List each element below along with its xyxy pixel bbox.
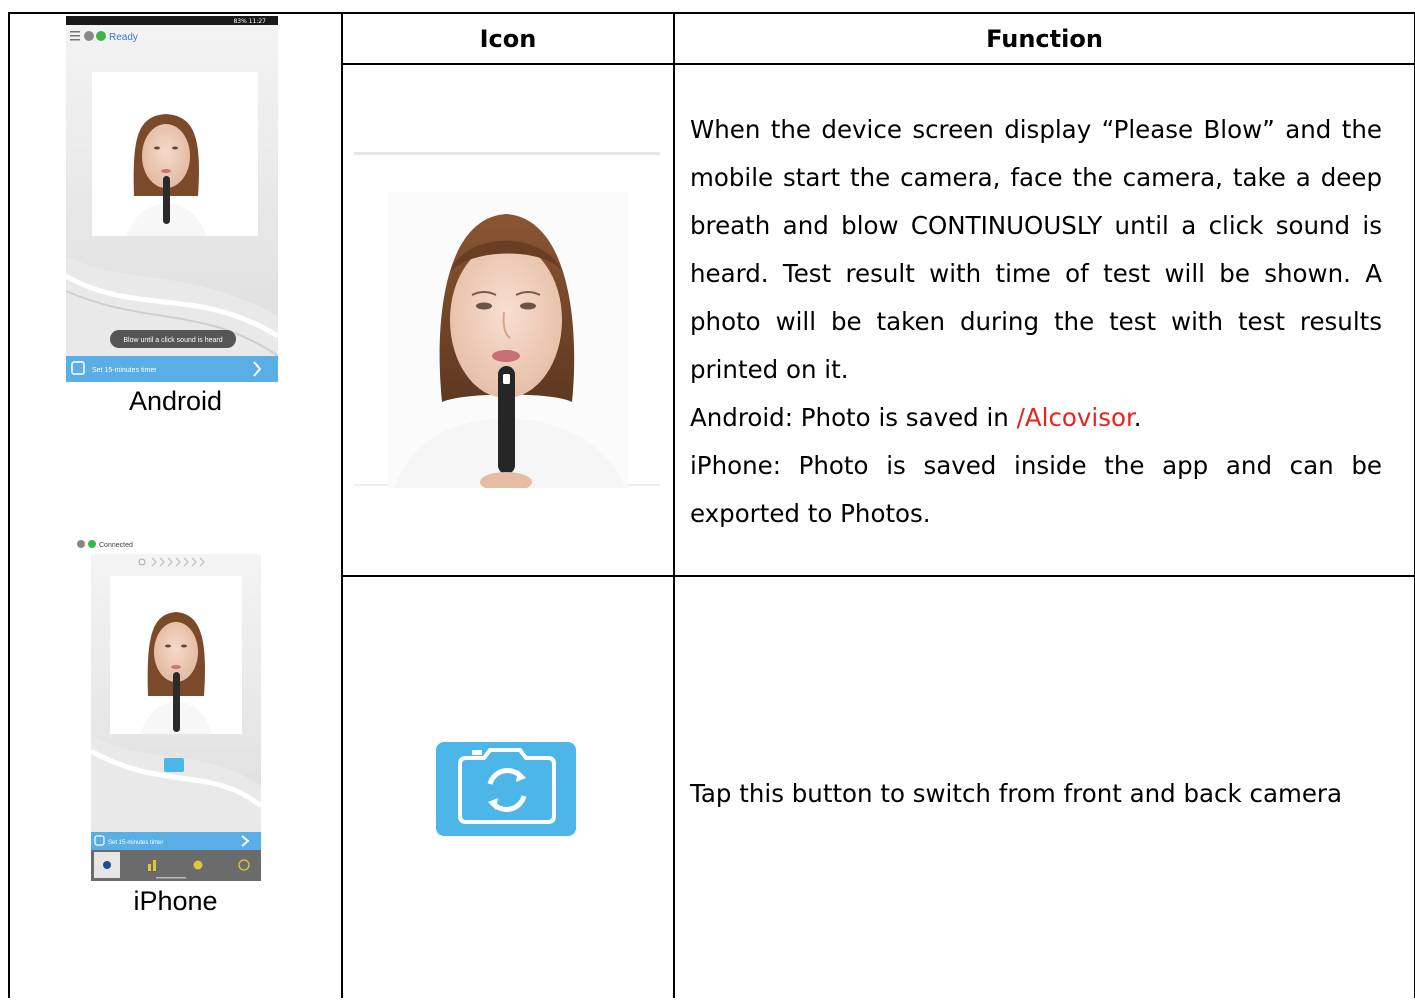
android-status-bar: 83% 11:27 bbox=[233, 18, 266, 25]
check-icon bbox=[88, 540, 96, 548]
bluetooth-icon bbox=[77, 540, 85, 548]
iphone-screenshot: Connected Set 15-minutes timer bbox=[72, 536, 276, 881]
instruction-table: Icon Function 83% 11:27 Ready Blow until… bbox=[8, 12, 1415, 1002]
gauge-icon bbox=[103, 861, 111, 869]
android-save-path: /Alcovisor bbox=[1016, 403, 1134, 432]
header-function: Function bbox=[986, 24, 1103, 53]
android-timer-text: Set 15-minutes timer bbox=[92, 367, 157, 374]
android-suffix: . bbox=[1133, 403, 1142, 432]
android-status-text: Ready bbox=[109, 32, 138, 43]
table-border bbox=[341, 575, 1415, 577]
check-icon bbox=[96, 31, 106, 41]
android-label: Android bbox=[128, 386, 223, 416]
function-description: When the device screen display “Please B… bbox=[690, 106, 1382, 538]
table-border bbox=[341, 12, 343, 998]
table-border bbox=[8, 12, 10, 998]
switch-camera-icon bbox=[164, 758, 184, 772]
android-toast: Blow until a click sound is heard bbox=[123, 337, 222, 344]
android-prefix: Android: Photo is saved in bbox=[690, 403, 1017, 432]
bluetooth-icon bbox=[84, 31, 94, 41]
iphone-save-location: iPhone: Photo is saved inside the app an… bbox=[690, 451, 1382, 528]
instruction-paragraph: When the device screen display “Please B… bbox=[690, 115, 1382, 384]
iphone-status-text: Connected bbox=[99, 542, 133, 549]
table-border bbox=[673, 12, 675, 998]
blow-photo bbox=[354, 152, 660, 488]
settings-gear-icon[interactable] bbox=[193, 860, 203, 870]
iphone-label: iPhone bbox=[133, 886, 218, 916]
iphone-timer-text: Set 15-minutes timer bbox=[108, 840, 163, 846]
table-border bbox=[341, 63, 1415, 65]
header-icon: Icon bbox=[479, 24, 537, 53]
function-description: Tap this button to switch from front and… bbox=[690, 770, 1382, 818]
switch-camera-icon bbox=[436, 742, 576, 836]
menu-icon bbox=[70, 31, 80, 41]
android-save-location: Android: Photo is saved in /Alcovisor. bbox=[690, 394, 1382, 442]
android-screenshot: 83% 11:27 Ready Blow until a click sound… bbox=[66, 16, 278, 382]
switch-camera-text: Tap this button to switch from front and… bbox=[690, 779, 1343, 808]
